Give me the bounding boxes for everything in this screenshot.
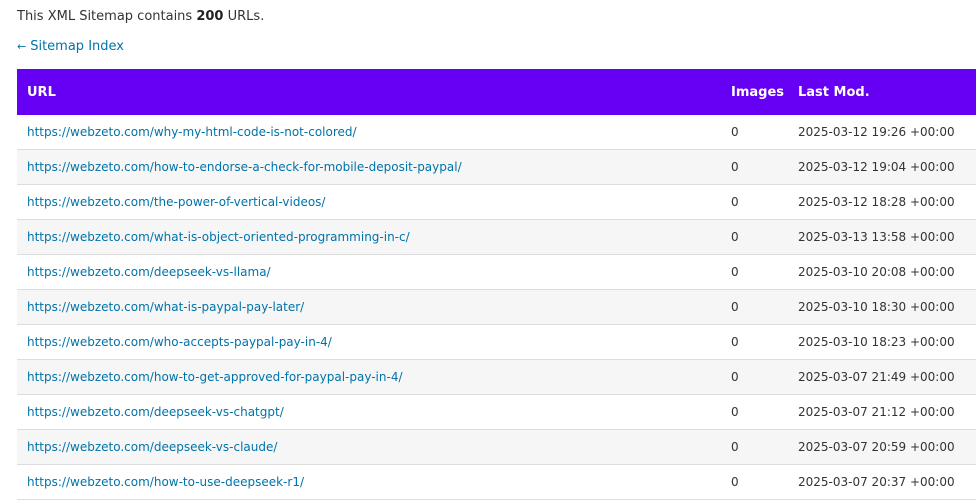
url-link[interactable]: https://webzeto.com/deepseek-vs-llama/: [27, 265, 271, 279]
table-row: https://webzeto.com/what-is-paypal-pay-l…: [17, 289, 976, 325]
url-cell: https://webzeto.com/how-to-use-deepseek-…: [17, 464, 731, 500]
table-row: https://webzeto.com/the-power-of-vertica…: [17, 184, 976, 220]
url-cell: https://webzeto.com/deepseek-vs-llama/: [17, 254, 731, 290]
table-header: URL Images Last Mod.: [17, 69, 976, 115]
table-row: https://webzeto.com/deepseek-vs-llama/0 2…: [17, 254, 976, 290]
url-count: 200: [196, 9, 224, 24]
url-link[interactable]: https://webzeto.com/how-to-use-deepseek-…: [27, 475, 304, 489]
images-count: 0: [731, 429, 798, 465]
url-cell: https://webzeto.com/how-to-get-approved-…: [17, 359, 731, 395]
url-cell: https://webzeto.com/the-power-of-vertica…: [17, 184, 731, 220]
sitemap-index-link[interactable]: ← Sitemap Index: [17, 38, 124, 56]
last-mod-date: 2025-03-13 13:58 +00:00: [798, 219, 976, 255]
url-cell: https://webzeto.com/deepseek-vs-claude/: [17, 429, 731, 465]
last-mod-date: 2025-03-10 20:08 +00:00: [798, 254, 976, 290]
images-count: 0: [731, 394, 798, 430]
last-mod-date: 2025-03-07 20:37 +00:00: [798, 464, 976, 500]
summary-prefix: This XML Sitemap contains: [17, 9, 193, 24]
sitemap-table-container: URL Images Last Mod. https://webzeto.com…: [17, 69, 976, 500]
last-mod-date: 2025-03-07 20:59 +00:00: [798, 429, 976, 465]
table-row: https://webzeto.com/how-to-get-approved-…: [17, 359, 976, 395]
sitemap-index-label: Sitemap Index: [30, 39, 124, 54]
images-count: 0: [731, 289, 798, 325]
table-row: https://webzeto.com/who-accepts-paypal-p…: [17, 324, 976, 360]
url-link[interactable]: https://webzeto.com/what-is-paypal-pay-l…: [27, 300, 304, 314]
url-link[interactable]: https://webzeto.com/the-power-of-vertica…: [27, 195, 325, 209]
url-link[interactable]: https://webzeto.com/deepseek-vs-chatgpt/: [27, 405, 284, 419]
images-count: 0: [731, 115, 798, 150]
left-arrow-icon: ←: [17, 40, 27, 53]
table-row: https://webzeto.com/deepseek-vs-claude/0…: [17, 429, 976, 465]
last-mod-date: 2025-03-07 21:49 +00:00: [798, 359, 976, 395]
sitemap-table: URL Images Last Mod. https://webzeto.com…: [17, 69, 976, 500]
images-count: 0: [731, 149, 798, 185]
header-url: URL: [17, 69, 731, 115]
sitemap-summary: This XML Sitemap contains 200 URLs.: [17, 8, 264, 26]
url-cell: https://webzeto.com/what-is-paypal-pay-l…: [17, 289, 731, 325]
table-row: https://webzeto.com/how-to-endorse-a-che…: [17, 149, 976, 185]
images-count: 0: [731, 219, 798, 255]
images-count: 0: [731, 359, 798, 395]
table-row: https://webzeto.com/why-my-html-code-is-…: [17, 115, 976, 150]
table-body: https://webzeto.com/why-my-html-code-is-…: [17, 115, 976, 500]
url-cell: https://webzeto.com/deepseek-vs-chatgpt/: [17, 394, 731, 430]
last-mod-date: 2025-03-10 18:30 +00:00: [798, 289, 976, 325]
header-last-mod: Last Mod.: [798, 69, 976, 115]
table-row: https://webzeto.com/how-to-use-deepseek-…: [17, 464, 976, 500]
url-cell: https://webzeto.com/why-my-html-code-is-…: [17, 115, 731, 150]
summary-suffix: URLs.: [227, 9, 265, 24]
url-link[interactable]: https://webzeto.com/who-accepts-paypal-p…: [27, 335, 332, 349]
last-mod-date: 2025-03-12 19:26 +00:00: [798, 115, 976, 150]
url-link[interactable]: https://webzeto.com/why-my-html-code-is-…: [27, 125, 357, 139]
url-link[interactable]: https://webzeto.com/what-is-object-orien…: [27, 230, 410, 244]
url-cell: https://webzeto.com/who-accepts-paypal-p…: [17, 324, 731, 360]
url-link[interactable]: https://webzeto.com/how-to-endorse-a-che…: [27, 160, 462, 174]
table-header-row: URL Images Last Mod.: [17, 69, 976, 115]
table-row: https://webzeto.com/what-is-object-orien…: [17, 219, 976, 255]
last-mod-date: 2025-03-12 19:04 +00:00: [798, 149, 976, 185]
images-count: 0: [731, 464, 798, 500]
header-images: Images: [731, 69, 798, 115]
images-count: 0: [731, 184, 798, 220]
url-cell: https://webzeto.com/what-is-object-orien…: [17, 219, 731, 255]
url-cell: https://webzeto.com/how-to-endorse-a-che…: [17, 149, 731, 185]
images-count: 0: [731, 324, 798, 360]
table-row: https://webzeto.com/deepseek-vs-chatgpt/…: [17, 394, 976, 430]
url-link[interactable]: https://webzeto.com/how-to-get-approved-…: [27, 370, 403, 384]
last-mod-date: 2025-03-10 18:23 +00:00: [798, 324, 976, 360]
last-mod-date: 2025-03-12 18:28 +00:00: [798, 184, 976, 220]
url-link[interactable]: https://webzeto.com/deepseek-vs-claude/: [27, 440, 277, 454]
images-count: 0: [731, 254, 798, 290]
last-mod-date: 2025-03-07 21:12 +00:00: [798, 394, 976, 430]
